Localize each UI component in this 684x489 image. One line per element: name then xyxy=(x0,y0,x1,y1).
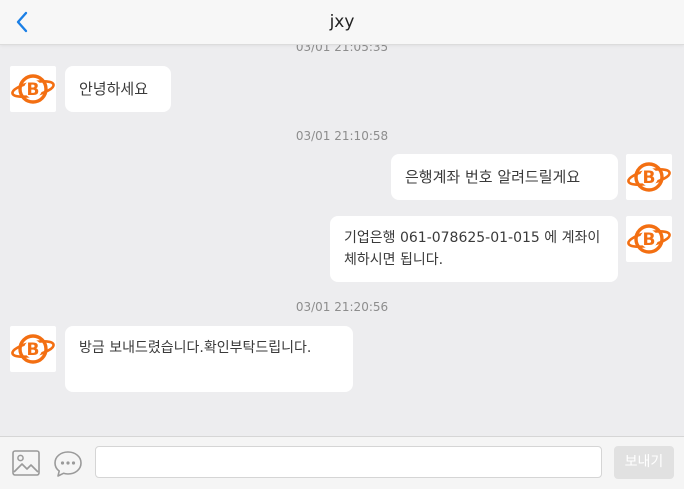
chat-header: jxy xyxy=(0,0,684,45)
message-bubble: 기업은행 061-078625-01-015 에 계좌이체하시면 됩니다. xyxy=(330,216,618,282)
chat-bubble-icon xyxy=(54,451,82,477)
timestamp: 03/01 21:05:35 xyxy=(295,44,389,54)
avatar[interactable]: B xyxy=(626,216,672,262)
composer-bar: 보내기 xyxy=(0,436,684,489)
timestamp: 03/01 21:20:56 xyxy=(295,300,389,314)
svg-text:B: B xyxy=(643,168,656,188)
send-button[interactable]: 보내기 xyxy=(614,446,674,479)
svg-text:B: B xyxy=(643,230,656,250)
bitcoin-logo-icon: B xyxy=(627,162,671,192)
message-input[interactable] xyxy=(95,446,602,478)
svg-text:B: B xyxy=(27,80,40,100)
bitcoin-logo-icon: B xyxy=(627,224,671,254)
svg-text:B: B xyxy=(27,340,40,360)
timestamp: 03/01 21:10:58 xyxy=(295,129,389,143)
message-bubble: 은행계좌 번호 알려드릴게요 xyxy=(391,154,618,200)
avatar[interactable]: B xyxy=(10,326,56,372)
bitcoin-logo-icon: B xyxy=(11,74,55,104)
chat-title: jxy xyxy=(329,12,355,32)
image-icon xyxy=(12,450,40,476)
message-list[interactable]: 03/01 21:05:35 B 안녕하세요 03/01 21:10:58 B … xyxy=(0,44,684,436)
bitcoin-logo-icon: B xyxy=(11,334,55,364)
emoji-button[interactable] xyxy=(53,449,83,479)
message-bubble: 안녕하세요 xyxy=(65,66,171,112)
avatar[interactable]: B xyxy=(10,66,56,112)
avatar[interactable]: B xyxy=(626,154,672,200)
message-bubble: 방금 보내드렸습니다.확인부탁드립니다. xyxy=(65,326,353,392)
attach-image-button[interactable] xyxy=(11,449,41,477)
